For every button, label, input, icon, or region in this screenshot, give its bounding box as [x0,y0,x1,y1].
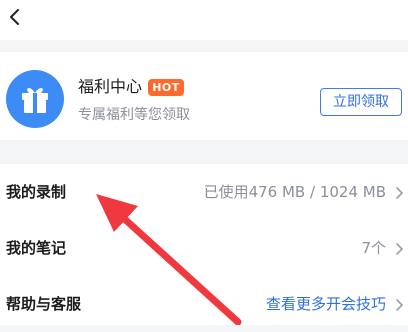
meeting-tips-link[interactable]: 查看更多开会技巧 [266,294,386,314]
notes-count-value: 7个 [361,239,386,257]
claim-now-button[interactable]: 立即领取 [320,88,402,116]
welfare-center-title: 福利中心 [78,77,143,96]
menu-item-my-recordings[interactable]: 我的录制 已使用476 MB / 1024 MB [0,164,408,220]
back-chevron-icon[interactable] [6,7,22,27]
menu-item-label: 我的笔记 [6,239,67,257]
storage-usage-value: 已使用476 MB / 1024 MB [203,183,386,201]
menu-item-help-support[interactable]: 帮助与客服 查看更多开会技巧 [0,276,408,332]
chevron-right-icon [394,241,404,255]
chevron-right-icon [394,297,404,311]
hot-badge: HOT [148,79,184,96]
menu-list: 我的录制 已使用476 MB / 1024 MB 我的笔记 7个 帮助与客服 查… [0,164,408,325]
gift-icon [6,70,64,128]
top-navigation-bar [0,0,408,40]
menu-item-label: 我的录制 [6,183,67,201]
menu-item-my-notes[interactable]: 我的笔记 7个 [0,220,408,276]
menu-item-label: 帮助与客服 [6,295,82,313]
welfare-center-subtitle: 专属福利等您领取 [78,107,190,123]
chevron-right-icon [394,185,404,199]
